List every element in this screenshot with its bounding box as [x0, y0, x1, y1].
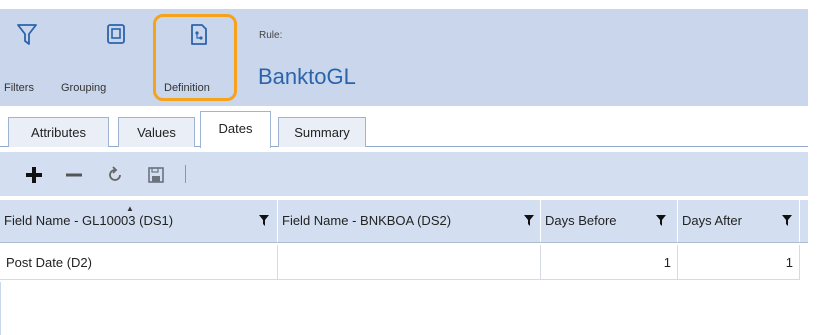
tab-attributes[interactable]: Attributes [8, 117, 109, 147]
filters-button[interactable] [7, 22, 47, 52]
column-header-days-after[interactable]: Days After [678, 200, 800, 242]
filter-funnel-icon [17, 24, 37, 45]
cell-days-after[interactable]: 1 [678, 245, 800, 280]
refresh-icon [109, 166, 121, 181]
remove-button[interactable] [64, 165, 84, 185]
rule-caption: Rule: [259, 30, 283, 41]
grid-header-row: Field Name - GL10003 (DS1) ▲ Field Name … [0, 200, 808, 243]
column-header-bnkboa[interactable]: Field Name - BNKBOA (DS2) [278, 200, 541, 242]
rule-name: BanktoGL [258, 64, 356, 89]
grouping-label[interactable]: Grouping [61, 82, 106, 94]
column-header-gl10003[interactable]: Field Name - GL10003 (DS1) ▲ [0, 200, 278, 242]
cell-field-bnkboa[interactable] [278, 245, 541, 280]
cell-days-before[interactable]: 1 [541, 245, 678, 280]
column-header-label: Days After [682, 213, 742, 228]
grouping-icon [107, 24, 125, 44]
grid-left-border [0, 282, 1, 335]
toolbar-separator [185, 165, 186, 183]
filter-icon[interactable] [782, 215, 792, 226]
column-header-label: Field Name - BNKBOA (DS2) [282, 213, 452, 228]
grouping-button[interactable] [96, 22, 136, 52]
save-icon [148, 167, 164, 183]
dates-grid: Field Name - GL10003 (DS1) ▲ Field Name … [0, 200, 808, 282]
window-top-strip [0, 0, 819, 9]
add-button[interactable] [24, 165, 44, 185]
filters-label[interactable]: Filters [4, 82, 34, 94]
definition-highlight [153, 14, 237, 101]
column-header-label: Field Name - GL10003 (DS1) [4, 213, 174, 228]
sort-ascending-icon: ▲ [126, 204, 134, 213]
filter-icon[interactable] [259, 215, 269, 226]
save-button[interactable] [146, 165, 166, 185]
tab-values[interactable]: Values [118, 117, 195, 147]
filter-icon[interactable] [656, 215, 666, 226]
column-header-label: Days Before [545, 213, 617, 228]
tab-dates[interactable]: Dates [200, 111, 271, 148]
refresh-button[interactable] [105, 165, 125, 185]
tab-summary[interactable]: Summary [278, 117, 366, 147]
column-header-days-before[interactable]: Days Before [541, 200, 678, 242]
table-row[interactable]: Post Date (D2) 1 1 [0, 245, 808, 280]
minus-icon [66, 173, 82, 177]
cell-field-gl10003[interactable]: Post Date (D2) [0, 245, 278, 280]
filter-icon[interactable] [524, 215, 534, 226]
plus-icon [26, 167, 42, 183]
